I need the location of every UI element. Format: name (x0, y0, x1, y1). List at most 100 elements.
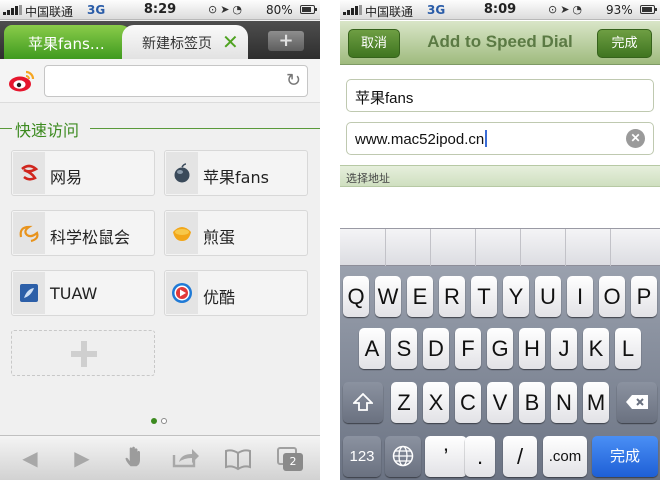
key-b[interactable]: B (519, 382, 545, 423)
speed-dial-label: 科学松鼠会 (50, 228, 131, 247)
tab-bar: 苹果fans… 新建标签页 ✕ + (0, 21, 320, 59)
key-a[interactable]: A (359, 328, 385, 369)
add-speed-dial-button[interactable] (11, 330, 155, 376)
reload-icon[interactable]: ↻ (286, 70, 301, 91)
key-k[interactable]: K (583, 328, 609, 369)
plus-icon (71, 341, 97, 367)
tabs-count: 2 (283, 453, 303, 471)
key-p[interactable]: P (631, 276, 657, 317)
dotcom-key[interactable]: .com (543, 436, 587, 477)
speed-dial-item[interactable]: 优酷 (164, 270, 308, 316)
weibo-icon[interactable] (8, 69, 36, 93)
suggestion-bar (340, 228, 660, 267)
key-r[interactable]: R (439, 276, 465, 317)
tuaw-icon (13, 272, 45, 314)
speed-dial-label: TUAW (50, 284, 98, 303)
page-indicator (151, 418, 171, 426)
tabs-count-button[interactable]: 2 (277, 447, 303, 471)
gesture-hand-icon[interactable] (120, 444, 148, 468)
backspace-key[interactable] (617, 382, 657, 423)
address-row: ↻ (0, 59, 320, 103)
tab-applefans[interactable]: 苹果fans… (4, 25, 132, 59)
key-e[interactable]: E (407, 276, 433, 317)
share-icon[interactable] (172, 445, 200, 469)
status-bar: 中国联通 3G 8:29 ⊙➤◔ 80% (0, 0, 320, 20)
key-x[interactable]: X (423, 382, 449, 423)
section-title: 快速访问 (15, 121, 80, 140)
battery-icon (300, 5, 317, 14)
battery-percent: 93% (606, 3, 633, 17)
site-url-value: www.mac52ipod.cn (355, 131, 485, 148)
page-dot-active (151, 418, 157, 424)
page-title: Add to Speed Dial (427, 32, 573, 51)
netease-icon (13, 152, 45, 194)
site-name-field[interactable]: 苹果fans (346, 79, 654, 112)
status-icons: ⊙➤◔ (548, 3, 586, 16)
youku-icon (166, 272, 198, 314)
tab-label: 新建标签页 (142, 36, 212, 52)
address-input[interactable]: ↻ (44, 65, 308, 97)
globe-icon (392, 445, 414, 467)
speed-dial-item[interactable]: 网易 (11, 150, 155, 196)
page-dot (161, 418, 167, 424)
key-g[interactable]: G (487, 328, 513, 369)
speed-dial-item[interactable]: TUAW (11, 270, 155, 316)
site-name-value: 苹果fans (355, 90, 414, 107)
select-address-header[interactable]: 选择地址 (340, 165, 660, 187)
speed-dial-item[interactable]: 苹果fans (164, 150, 308, 196)
browser-new-tab-screen: 中国联通 3G 8:29 ⊙➤◔ 80% 苹果fans… 新建标签页 ✕ + ↻… (0, 0, 320, 480)
jiandan-icon (166, 212, 198, 254)
key-u[interactable]: U (535, 276, 561, 317)
speed-dial-label: 苹果fans (203, 168, 269, 187)
key-q[interactable]: Q (343, 276, 369, 317)
close-tab-icon[interactable]: ✕ (222, 30, 239, 54)
speed-dial-label: 网易 (50, 168, 83, 187)
speed-dial-label: 优酷 (203, 288, 236, 307)
speed-dial-label: 煎蛋 (203, 228, 236, 247)
key-t[interactable]: T (471, 276, 497, 317)
key-o[interactable]: O (599, 276, 625, 317)
speed-dial-item[interactable]: 科学松鼠会 (11, 210, 155, 256)
key-w[interactable]: W (375, 276, 401, 317)
add-speed-dial-screen: 中国联通 3G 8:09 ⊙➤◔ 93% 取消 Add to Speed Dia… (340, 0, 660, 480)
done-button[interactable]: 完成 (597, 29, 652, 58)
key-s[interactable]: S (391, 328, 417, 369)
key-z[interactable]: Z (391, 382, 417, 423)
key-m[interactable]: M (583, 382, 609, 423)
return-done-key[interactable]: 完成 (592, 436, 658, 477)
apple-icon (166, 152, 198, 194)
key-d[interactable]: D (423, 328, 449, 369)
key-v[interactable]: V (487, 382, 513, 423)
status-bar: 中国联通 3G 8:09 ⊙➤◔ 93% (340, 0, 660, 20)
key-i[interactable]: I (567, 276, 593, 317)
speed-dial-item[interactable]: 煎蛋 (164, 210, 308, 256)
key-j[interactable]: J (551, 328, 577, 369)
apostrophe-key[interactable]: ’ (425, 436, 467, 477)
globe-key[interactable] (385, 436, 421, 477)
clear-text-icon[interactable]: ✕ (626, 129, 645, 148)
key-n[interactable]: N (551, 382, 577, 423)
text-cursor (485, 130, 488, 147)
key-f[interactable]: F (455, 328, 481, 369)
slash-key[interactable]: / (503, 436, 537, 477)
key-l[interactable]: L (615, 328, 641, 369)
bottom-toolbar: ◀ ▶ 2 (0, 435, 320, 480)
key-c[interactable]: C (455, 382, 481, 423)
bookmarks-icon[interactable] (224, 447, 252, 471)
cancel-button[interactable]: 取消 (348, 29, 400, 58)
dot-key[interactable]: . (465, 436, 495, 477)
shift-key[interactable] (343, 382, 383, 423)
tab-new-tab[interactable]: 新建标签页 ✕ (122, 25, 248, 59)
site-url-field[interactable]: www.mac52ipod.cn ✕ (346, 122, 654, 155)
numbers-key[interactable]: 123 (343, 436, 381, 477)
battery-percent: 80% (266, 3, 293, 17)
keyboard: Q W E R T Y U I O P A S D F G H J K L Z … (340, 266, 660, 480)
battery-icon (640, 5, 657, 14)
squirrel-icon (13, 212, 45, 254)
section-header: 快速访问 (0, 116, 320, 140)
new-tab-button[interactable]: + (268, 31, 304, 51)
forward-icon[interactable]: ▶ (68, 446, 96, 470)
key-y[interactable]: Y (503, 276, 529, 317)
key-h[interactable]: H (519, 328, 545, 369)
back-icon[interactable]: ◀ (16, 446, 44, 470)
